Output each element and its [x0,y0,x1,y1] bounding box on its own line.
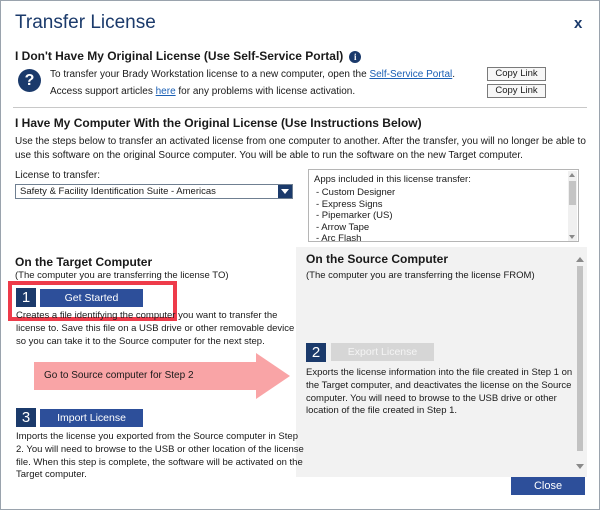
apps-list-title: Apps included in this license transfer: [314,174,471,185]
self-service-line-1: To transfer your Brady Workstation licen… [50,69,455,80]
step-3-desc-line: Target computer. [16,469,87,481]
step-1-desc-line: license to. Save this file on a USB driv… [16,322,295,334]
step-2-desc-line: location of the file created in Step 1. [306,405,458,417]
scroll-down-icon[interactable] [576,464,584,469]
step-2-description: Exports the license information into the… [306,367,572,418]
license-selected-value: Safety & Facility Identification Suite -… [20,186,216,197]
apps-scrollbar[interactable] [568,171,577,241]
apps-list-box: Apps included in this license transfer: … [308,169,579,242]
self-service-heading: I Don't Have My Original License (Use Se… [15,49,362,63]
info-icon[interactable]: i [349,51,362,63]
target-heading: On the Target Computer [15,255,153,269]
source-heading: On the Source Computer [306,252,449,266]
line2-text: Access support articles [50,86,156,97]
arrow-right-icon [256,353,290,399]
step-3-desc-line: 2. You will need to browse to the USB or… [16,443,304,455]
arrow-text: Go to Source computer for Step 2 [44,370,194,381]
question-icon: ? [18,69,41,92]
close-icon[interactable]: x [574,15,582,32]
scroll-down-icon[interactable] [569,235,575,239]
step-1-desc-line: Creates a file identifying the computer … [16,310,278,321]
line1-text: To transfer your Brady Workstation licen… [50,69,370,80]
copy-link-button-portal[interactable]: Copy Link [487,67,546,81]
scroll-thumb[interactable] [569,181,576,205]
step-2-desc-line: the Target computer, and deactivates the… [306,379,572,391]
apps-list: - Custom Designer - Express Signs - Pipe… [316,187,396,242]
close-button[interactable]: Close [511,477,585,495]
copy-link-button-support[interactable]: Copy Link [487,84,546,98]
scroll-up-icon[interactable] [569,173,575,177]
export-license-button[interactable]: Export License [331,343,434,361]
step-3-desc-line: file. When this step is complete, the so… [16,456,303,468]
main-scrollbar[interactable] [576,257,584,469]
step-3-number: 3 [16,408,36,427]
step-1-description: Creates a file identifying the computer … [16,310,294,348]
source-computer-panel [296,247,587,477]
step-3-description: Imports the license you exported from th… [16,431,304,482]
dialog-title: Transfer License [15,12,156,33]
instructions-heading: I Have My Computer With the Original Lic… [15,116,422,130]
target-subheading: (The computer you are transferring the l… [15,270,229,281]
line1-suffix: . [452,69,456,80]
line2-suffix: for any problems with license activation… [175,86,356,97]
self-service-line-2: Access support articles here for any pro… [50,86,355,97]
section-divider [13,107,587,108]
step-2-desc-line: Exports the license information into the… [306,367,573,378]
step-3-desc-line: Imports the license you exported from th… [16,431,298,442]
import-license-button[interactable]: Import License [40,409,143,427]
instructions-paragraph: Use the steps below to transfer an activ… [15,136,586,161]
support-articles-link[interactable]: here [156,86,176,97]
transfer-license-dialog: Transfer License x I Don't Have My Origi… [0,0,600,510]
self-service-heading-text: I Don't Have My Original License (Use Se… [15,49,344,63]
step-2-number: 2 [306,343,326,362]
chevron-down-icon[interactable] [278,185,292,198]
list-item: - Custom Designer [316,187,396,198]
license-label: License to transfer: [15,170,101,181]
list-item: - Pipemarker (US) [316,210,393,221]
list-item: - Arc Flash [316,233,362,242]
scroll-up-icon[interactable] [576,257,584,262]
source-subheading: (The computer you are transferring the l… [306,270,535,281]
license-select[interactable]: Safety & Facility Identification Suite -… [15,184,293,199]
scroll-thumb[interactable] [577,266,583,451]
step-1-desc-line: so you can take it to the Source compute… [16,335,265,347]
go-to-source-arrow: Go to Source computer for Step 2 [34,353,290,399]
list-item: - Arrow Tape [316,221,370,233]
self-service-portal-link[interactable]: Self-Service Portal [369,69,452,80]
list-item: - Express Signs [316,198,383,210]
step-2-desc-line: computer. You will need to browse to the… [306,392,557,404]
